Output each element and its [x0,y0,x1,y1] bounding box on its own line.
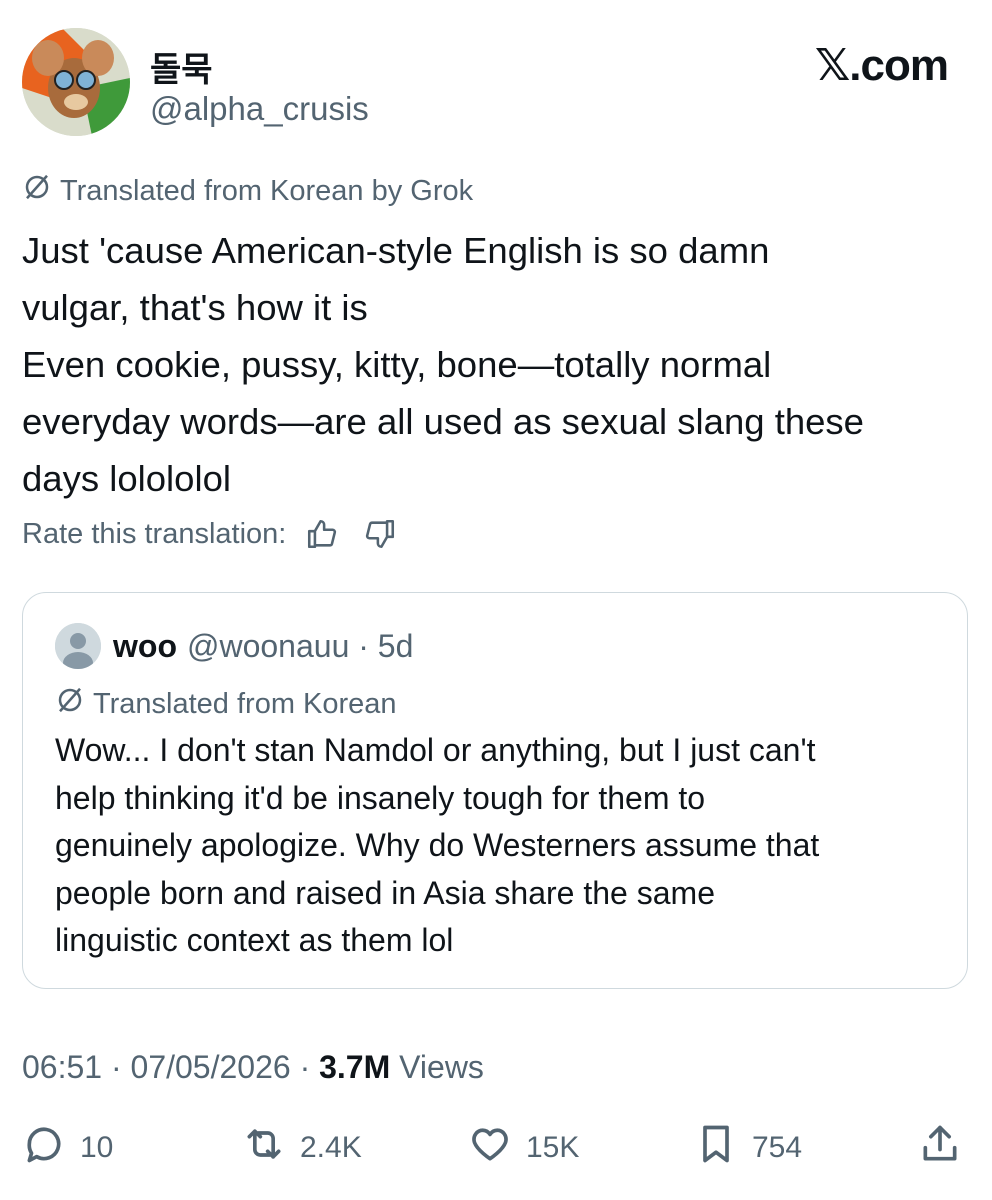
grok-translate-icon [22,172,52,210]
reply-count: 10 [80,1131,114,1164]
bookmark-button[interactable]: 754 [694,1122,802,1174]
quoted-text-line: help thinking it'd be insanely tough for… [55,779,706,816]
repost-button[interactable]: 2.4K [242,1122,362,1174]
quoted-author-avatar[interactable] [55,623,101,669]
rate-translation-label: Rate this translation: [22,517,287,550]
action-bar: 10 2.4K 15K 754 [22,1122,972,1174]
share-icon [918,1122,962,1174]
bookmark-count: 754 [752,1131,803,1164]
like-button[interactable]: 15K [468,1122,579,1174]
views-label: Views [390,1049,484,1085]
tweet-text-line: everyday words—are all used as sexual sl… [22,401,864,442]
author-display-name[interactable]: 돌묵 [150,42,213,91]
views-count: 3.7M [319,1049,391,1085]
like-count: 15K [526,1131,580,1164]
tweet-text-line: days lolololol [22,458,231,499]
tweet-text: Just 'cause American-style English is so… [22,222,972,507]
author-avatar[interactable] [22,28,130,136]
thumbs-down-icon[interactable] [358,512,402,556]
translation-note-text: Translated from Korean by Grok [60,174,474,207]
quoted-author-handle-time[interactable]: @woonauu · 5d [187,628,413,665]
like-icon [468,1122,512,1174]
tweet-header: 돌묵 @alpha_crusis 𝕏.com [22,28,972,138]
tweet-meta: 06:51 · 07/05/2026 · 3.7M Views [22,1049,484,1086]
translation-note: Translated from Korean by Grok [22,172,473,210]
x-logo: 𝕏.com [814,41,949,90]
bookmark-icon [694,1122,738,1174]
timestamp[interactable]: 06:51 · 07/05/2026 · [22,1049,319,1085]
quoted-text-line: people born and raised in Asia share the… [55,874,715,911]
quoted-tweet-text: Wow... I don't stan Namdol or anything, … [55,727,955,965]
reply-icon [22,1122,66,1174]
rate-translation: Rate this translation: [22,512,402,556]
tweet-text-line: vulgar, that's how it is [22,287,368,328]
tweet-text-line: Just 'cause American-style English is so… [22,230,770,271]
quoted-translation-note-text: Translated from Korean [93,687,397,720]
repost-count: 2.4K [300,1131,362,1164]
quoted-text-line: Wow... I don't stan Namdol or anything, … [55,732,816,768]
quoted-author-name[interactable]: woo [113,628,177,665]
quoted-text-line: linguistic context as them lol [55,922,454,958]
author-handle[interactable]: @alpha_crusis [150,90,369,128]
quoted-tweet-header: woo @woonauu · 5d [55,623,413,669]
quoted-text-line: genuinely apologize. Why do Westerners a… [55,827,820,863]
grok-translate-icon [55,685,85,723]
repost-icon [242,1122,286,1174]
thumbs-up-icon[interactable] [300,512,344,556]
quoted-translation-note: Translated from Korean [55,685,397,723]
share-button[interactable] [918,1122,962,1174]
reply-button[interactable]: 10 [22,1122,113,1174]
tweet-text-line: Even cookie, pussy, kitty, bone—totally … [22,344,772,385]
quoted-tweet[interactable]: woo @woonauu · 5d Translated from Korean… [22,592,968,989]
